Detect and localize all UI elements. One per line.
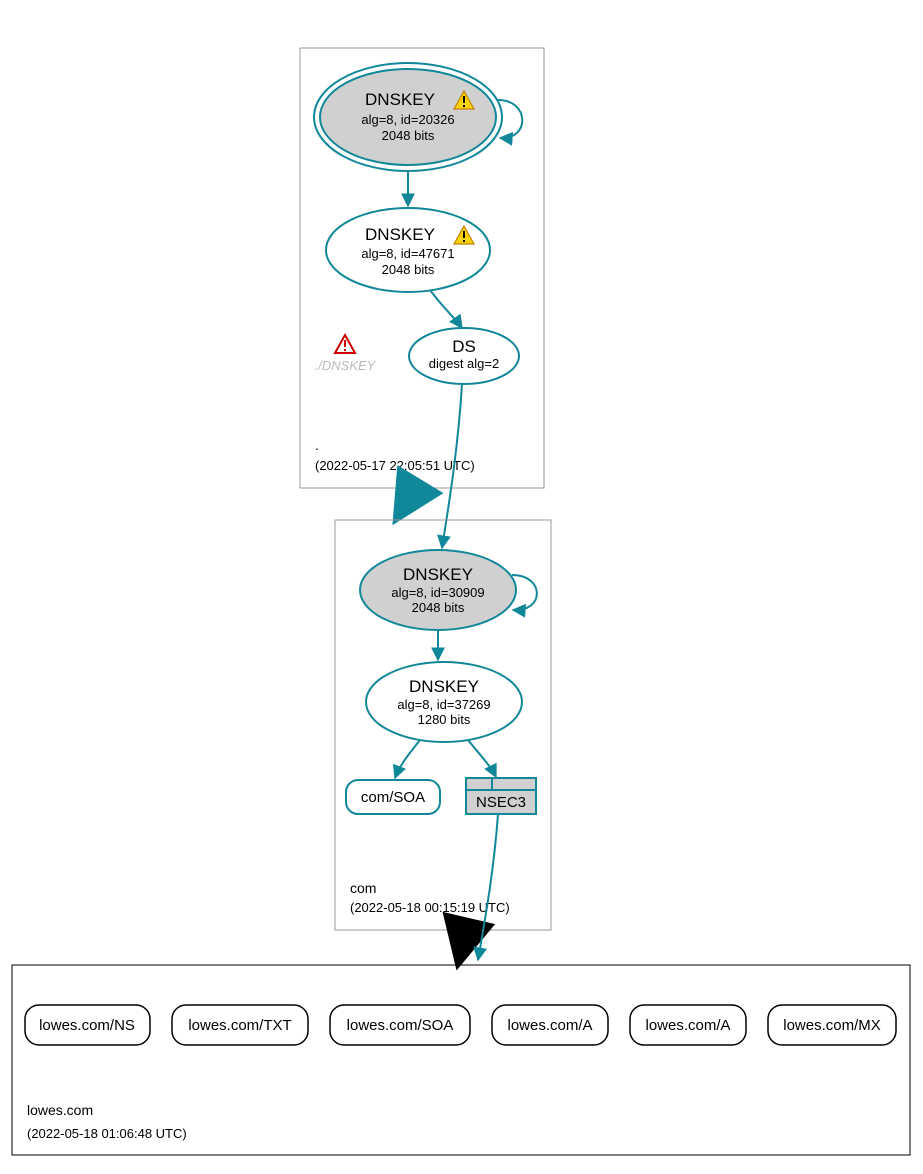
- edge-com-zsk-nsec3: [468, 740, 496, 777]
- svg-text:lowes.com/TXT: lowes.com/TXT: [188, 1017, 291, 1034]
- svg-text:alg=8, id=47671: alg=8, id=47671: [361, 246, 454, 261]
- lowes-record-mx: lowes.com/MX: [768, 1005, 896, 1045]
- com-ksk: DNSKEY alg=8, id=30909 2048 bits: [360, 550, 516, 630]
- edge-nsec3-to-lowes: [478, 814, 498, 960]
- svg-text:1280 bits: 1280 bits: [418, 712, 471, 727]
- zone-root-label: .: [315, 437, 319, 453]
- svg-text:alg=8, id=37269: alg=8, id=37269: [397, 697, 490, 712]
- edge-com-zsk-soa: [395, 740, 420, 778]
- svg-text:./DNSKEY: ./DNSKEY: [315, 358, 377, 373]
- zone-root: . (2022-05-17 22:05:51 UTC) DNSKEY alg=8…: [300, 48, 544, 488]
- svg-text:DNSKEY: DNSKEY: [403, 565, 473, 584]
- svg-text:alg=8, id=20326: alg=8, id=20326: [361, 112, 454, 127]
- edge-zone-root-to-com: [398, 488, 415, 516]
- root-zsk: DNSKEY alg=8, id=47671 2048 bits: [326, 208, 490, 292]
- zone-com: com (2022-05-18 00:15:19 UTC) DNSKEY alg…: [335, 520, 551, 930]
- zone-root-timestamp: (2022-05-17 22:05:51 UTC): [315, 458, 475, 473]
- dnssec-diagram: . (2022-05-17 22:05:51 UTC) DNSKEY alg=8…: [0, 0, 923, 1174]
- zone-lowes: lowes.com (2022-05-18 01:06:48 UTC) lowe…: [12, 965, 910, 1155]
- root-ksk: DNSKEY alg=8, id=20326 2048 bits: [314, 63, 502, 171]
- com-soa: com/SOA: [346, 780, 440, 814]
- svg-text:2048 bits: 2048 bits: [412, 600, 465, 615]
- edge-root-zsk-ds: [430, 290, 462, 328]
- zone-com-label: com: [350, 880, 376, 896]
- svg-text:lowes.com/A: lowes.com/A: [645, 1017, 730, 1034]
- svg-text:com/SOA: com/SOA: [361, 789, 425, 806]
- com-nsec3: NSEC3: [466, 778, 536, 814]
- svg-text:lowes.com/NS: lowes.com/NS: [39, 1017, 135, 1034]
- error-icon: [335, 335, 355, 353]
- lowes-record-soa: lowes.com/SOA: [330, 1005, 470, 1045]
- zone-lowes-timestamp: (2022-05-18 01:06:48 UTC): [27, 1126, 187, 1141]
- root-ds: DS digest alg=2: [409, 328, 519, 384]
- svg-text:NSEC3: NSEC3: [476, 794, 526, 811]
- root-ghost-dnskey: ./DNSKEY: [315, 335, 377, 373]
- svg-text:DNSKEY: DNSKEY: [365, 90, 435, 109]
- svg-text:DS: DS: [452, 337, 476, 356]
- lowes-record-a-1: lowes.com/A: [492, 1005, 608, 1045]
- lowes-record-a-2: lowes.com/A: [630, 1005, 746, 1045]
- edge-zone-com-to-lowes-black: [459, 930, 466, 960]
- zone-lowes-label: lowes.com: [27, 1102, 93, 1118]
- lowes-record-ns: lowes.com/NS: [25, 1005, 150, 1045]
- com-zsk: DNSKEY alg=8, id=37269 1280 bits: [366, 662, 522, 742]
- svg-text:alg=8, id=30909: alg=8, id=30909: [391, 585, 484, 600]
- svg-text:lowes.com/A: lowes.com/A: [507, 1017, 592, 1034]
- svg-text:DNSKEY: DNSKEY: [365, 225, 435, 244]
- svg-text:lowes.com/MX: lowes.com/MX: [783, 1017, 881, 1034]
- svg-text:2048 bits: 2048 bits: [382, 262, 435, 277]
- svg-text:digest alg=2: digest alg=2: [429, 356, 499, 371]
- svg-text:lowes.com/SOA: lowes.com/SOA: [347, 1017, 454, 1034]
- svg-text:2048 bits: 2048 bits: [382, 128, 435, 143]
- lowes-record-txt: lowes.com/TXT: [172, 1005, 308, 1045]
- svg-text:DNSKEY: DNSKEY: [409, 677, 479, 696]
